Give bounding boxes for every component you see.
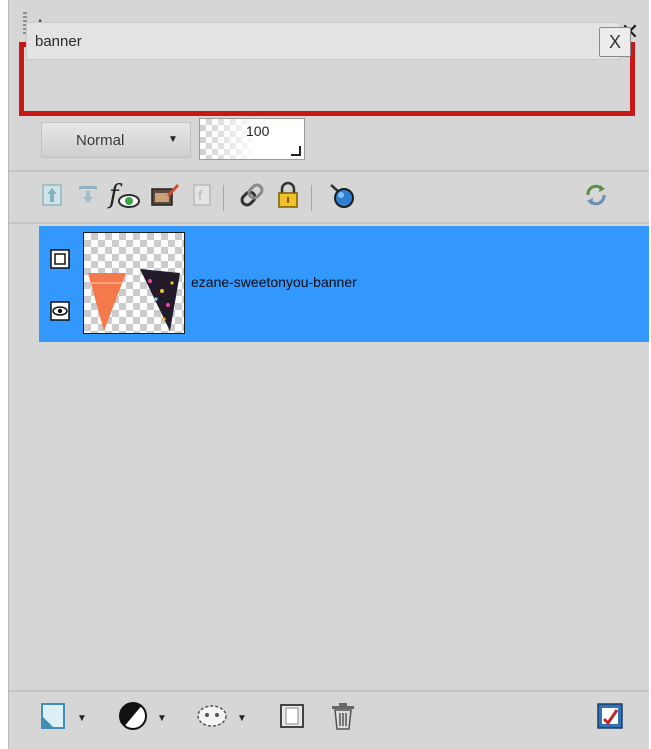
properties-button[interactable] [595, 700, 625, 736]
adjustment-layer-icon [117, 700, 149, 737]
lock-icon[interactable] [271, 175, 305, 215]
group-button[interactable] [277, 700, 307, 736]
link-icon[interactable] [235, 175, 269, 215]
new-layer-button[interactable]: ▼ [39, 700, 87, 736]
divider [9, 222, 649, 224]
opacity-field[interactable]: 100 [199, 118, 305, 160]
chevron-down-icon[interactable]: ▼ [77, 713, 87, 724]
bottom-toolbar: ▼ ▼ ▼ [9, 696, 649, 740]
new-layer-icon [39, 701, 69, 736]
divider [223, 185, 224, 211]
layers-panel: Layers ▼ ✕ X Normal ▼ 100 f [8, 0, 649, 749]
svg-text:f: f [198, 189, 203, 204]
search-box: X [26, 22, 631, 60]
visibility-eye-icon[interactable] [49, 300, 71, 322]
blend-mode-select[interactable]: Normal ▼ [41, 122, 191, 158]
layer-row[interactable]: ezane-sweetonyou-banner [39, 226, 649, 342]
move-up-icon[interactable] [35, 175, 69, 215]
properties-icon [595, 701, 625, 736]
layer-style-icon[interactable]: f [107, 175, 141, 215]
layer-toolbar: f f [9, 175, 649, 219]
layer-name: ezane-sweetonyou-banner [191, 274, 357, 290]
group-icon [277, 701, 307, 736]
trash-icon [329, 701, 357, 736]
divider [9, 170, 649, 172]
search-input[interactable] [35, 23, 575, 59]
divider [311, 185, 312, 211]
chevron-down-icon[interactable]: ▼ [237, 713, 247, 724]
adjustment-layer-button[interactable]: ▼ [117, 700, 167, 736]
mask-layer-icon [195, 701, 229, 736]
clear-search-button[interactable]: X [599, 27, 631, 57]
layer-type-icon[interactable] [49, 248, 71, 270]
mask-icon[interactable]: f [185, 175, 219, 215]
chevron-down-icon: ▼ [168, 134, 178, 145]
divider [9, 690, 649, 692]
chevron-down-icon[interactable]: ▼ [157, 713, 167, 724]
fill-icon[interactable] [325, 175, 359, 215]
mask-layer-button[interactable]: ▼ [195, 700, 247, 736]
move-down-icon[interactable] [71, 175, 105, 215]
opacity-value: 100 [246, 123, 270, 139]
layer-thumbnail [83, 232, 185, 334]
resize-corner-icon [291, 146, 301, 156]
refresh-icon[interactable] [579, 175, 613, 215]
adjustment-icon[interactable] [147, 175, 181, 215]
blend-mode-label: Normal [76, 132, 125, 149]
delete-button[interactable] [329, 700, 357, 736]
